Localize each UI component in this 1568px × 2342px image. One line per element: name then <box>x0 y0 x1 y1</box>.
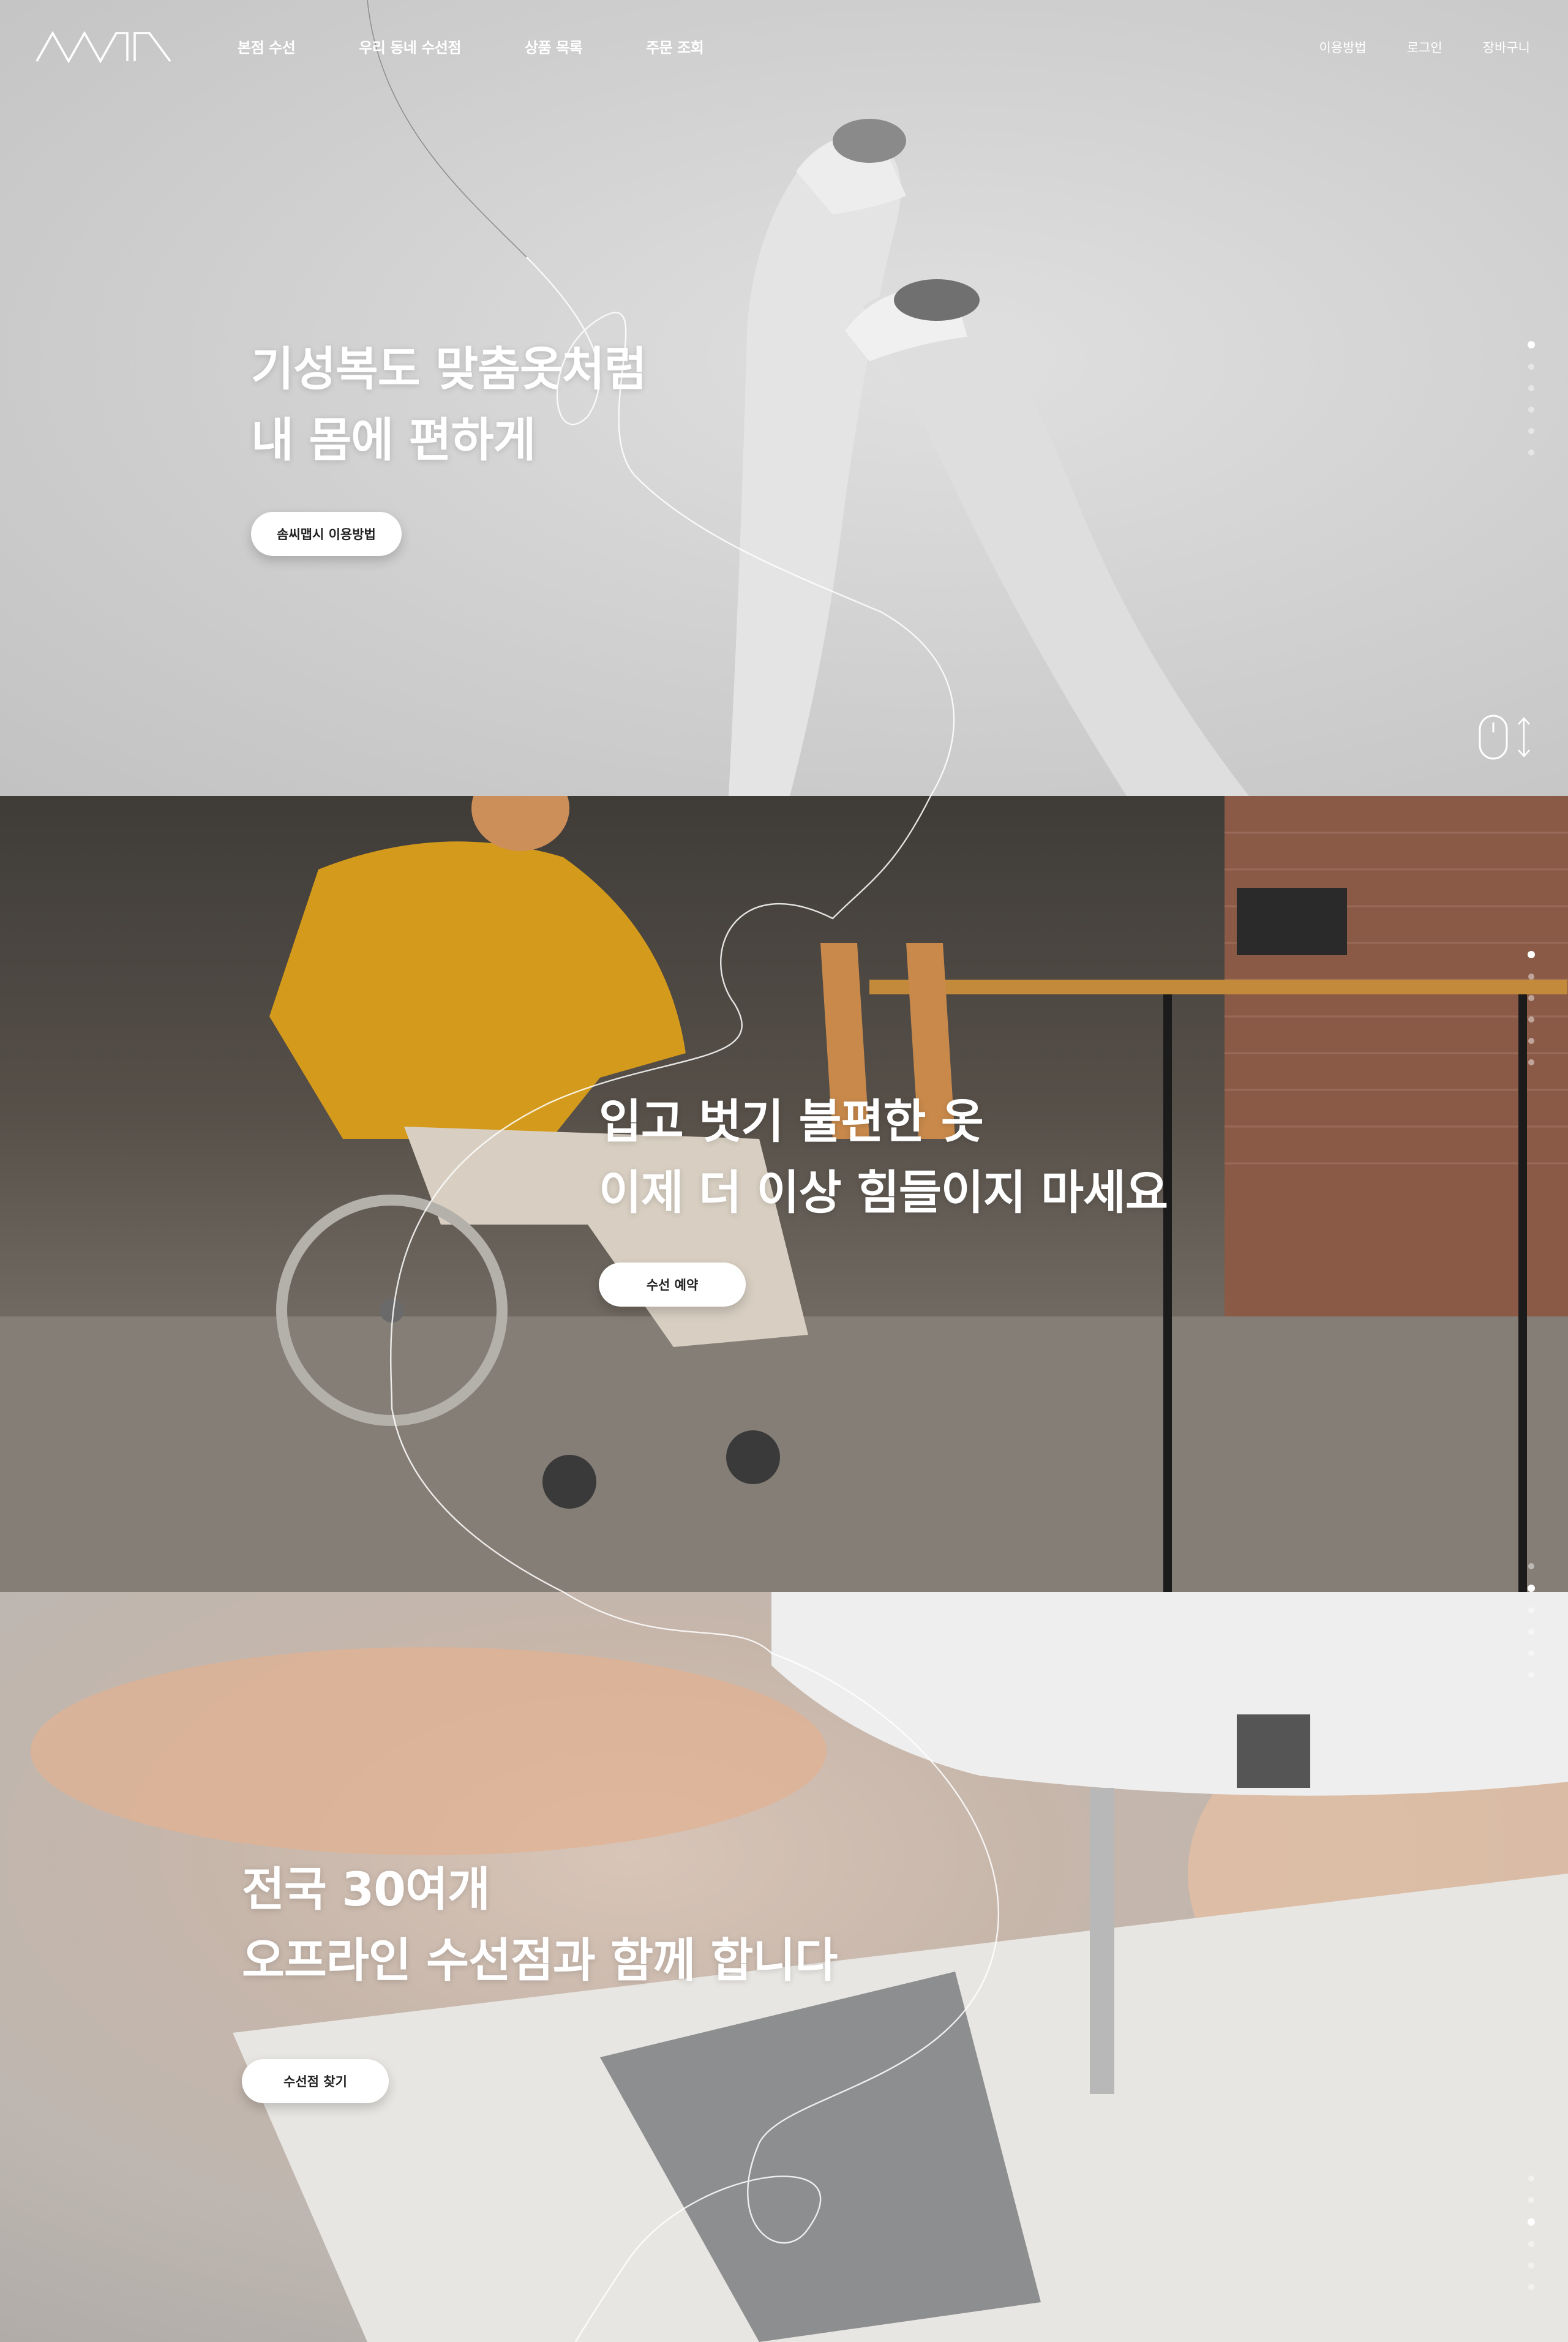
nav-order-lookup[interactable]: 주문 조회 <box>646 36 704 57</box>
repair-reservation-button[interactable]: 수선 예약 <box>599 1263 746 1307</box>
page-dot[interactable] <box>1528 1672 1534 1678</box>
page-dot[interactable] <box>1528 1059 1534 1065</box>
page-dots-transition <box>1528 1563 1535 1693</box>
page-dot[interactable] <box>1528 2218 1535 2226</box>
page-dot[interactable] <box>1528 1629 1534 1635</box>
hero-1-title: 기성복도 맞춤옷처럼 내 몸에 편하게 <box>251 334 647 476</box>
nav-product-list[interactable]: 상품 목록 <box>525 36 583 57</box>
page-dot[interactable] <box>1528 2241 1534 2247</box>
hero-2-title-line2: 이제 더 이상 힘들이지 마세요 <box>599 1165 1168 1220</box>
page-dots-3 <box>1528 2175 1535 2305</box>
page-dots-2 <box>1528 951 1535 1081</box>
hero-1-title-line1: 기성복도 맞춤옷처럼 <box>251 342 647 396</box>
hero-3-title: 전국 30여개 오프라인 수선점과 함께 합니다 <box>242 1854 838 1996</box>
brand-logo[interactable] <box>36 29 171 64</box>
page-dot[interactable] <box>1528 951 1535 958</box>
page-dots-1 <box>1528 341 1535 471</box>
hero-image-arms-sweater <box>729 119 1249 796</box>
hero-section-3: 전국 30여개 오프라인 수선점과 함께 합니다 수선점 찾기 <box>0 1592 1568 2342</box>
utility-nav: 이용방법 로그인 장바구니 <box>1278 38 1530 56</box>
page-dot[interactable] <box>1528 2175 1534 2182</box>
page-dot[interactable] <box>1528 385 1534 391</box>
hero-section-2: 입고 벗기 불편한 옷 이제 더 이상 힘들이지 마세요 수선 예약 <box>0 796 1568 1592</box>
page-dot[interactable] <box>1528 428 1534 434</box>
nav-store-repair[interactable]: 본점 수선 <box>238 36 296 57</box>
mouse-scroll-icon <box>1479 715 1508 760</box>
page-dot[interactable] <box>1528 995 1534 1001</box>
page-dot[interactable] <box>1528 1563 1534 1569</box>
up-down-arrow-icon <box>1518 717 1530 757</box>
util-login[interactable]: 로그인 <box>1407 38 1442 56</box>
hero-2-title-line1: 입고 벗기 불편한 옷 <box>599 1094 984 1149</box>
page-dot[interactable] <box>1528 364 1534 370</box>
main-nav: 본점 수선 우리 동네 수선점 상품 목록 주문 조회 <box>238 36 767 57</box>
page-dot[interactable] <box>1528 1016 1534 1023</box>
page-dot[interactable] <box>1528 1607 1534 1613</box>
hero-1-title-line2: 내 몸에 편하게 <box>251 413 536 467</box>
page-dot[interactable] <box>1528 2284 1534 2290</box>
page-dot[interactable] <box>1528 2262 1534 2269</box>
hero-3-title-line2: 오프라인 수선점과 함께 합니다 <box>242 1933 838 1987</box>
page-dot[interactable] <box>1528 407 1534 413</box>
hero-3-title-line1: 전국 30여개 <box>242 1862 490 1916</box>
page-dot[interactable] <box>1528 1038 1534 1044</box>
page-dot[interactable] <box>1528 341 1535 348</box>
page-dot[interactable] <box>1528 449 1534 456</box>
scroll-indicator[interactable] <box>1479 713 1534 762</box>
how-to-use-button[interactable]: 솜씨맵시 이용방법 <box>251 512 402 556</box>
hero-2-title: 입고 벗기 불편한 옷 이제 더 이상 힘들이지 마세요 <box>599 1086 1168 1228</box>
site-header: 본점 수선 우리 동네 수선점 상품 목록 주문 조회 이용방법 로그인 장바구… <box>0 0 1568 98</box>
nav-local-repair-shops[interactable]: 우리 동네 수선점 <box>359 36 461 57</box>
hero-section-1: 기성복도 맞춤옷처럼 내 몸에 편하게 솜씨맵시 이용방법 <box>0 0 1568 796</box>
page-dot[interactable] <box>1528 974 1534 980</box>
find-repair-shop-button[interactable]: 수선점 찾기 <box>242 2059 389 2103</box>
page-dot[interactable] <box>1528 2197 1534 2203</box>
page-dot[interactable] <box>1528 1585 1535 1592</box>
util-how-to-use[interactable]: 이용방법 <box>1319 38 1366 56</box>
page-dot[interactable] <box>1528 1650 1534 1656</box>
util-cart[interactable]: 장바구니 <box>1483 38 1530 56</box>
